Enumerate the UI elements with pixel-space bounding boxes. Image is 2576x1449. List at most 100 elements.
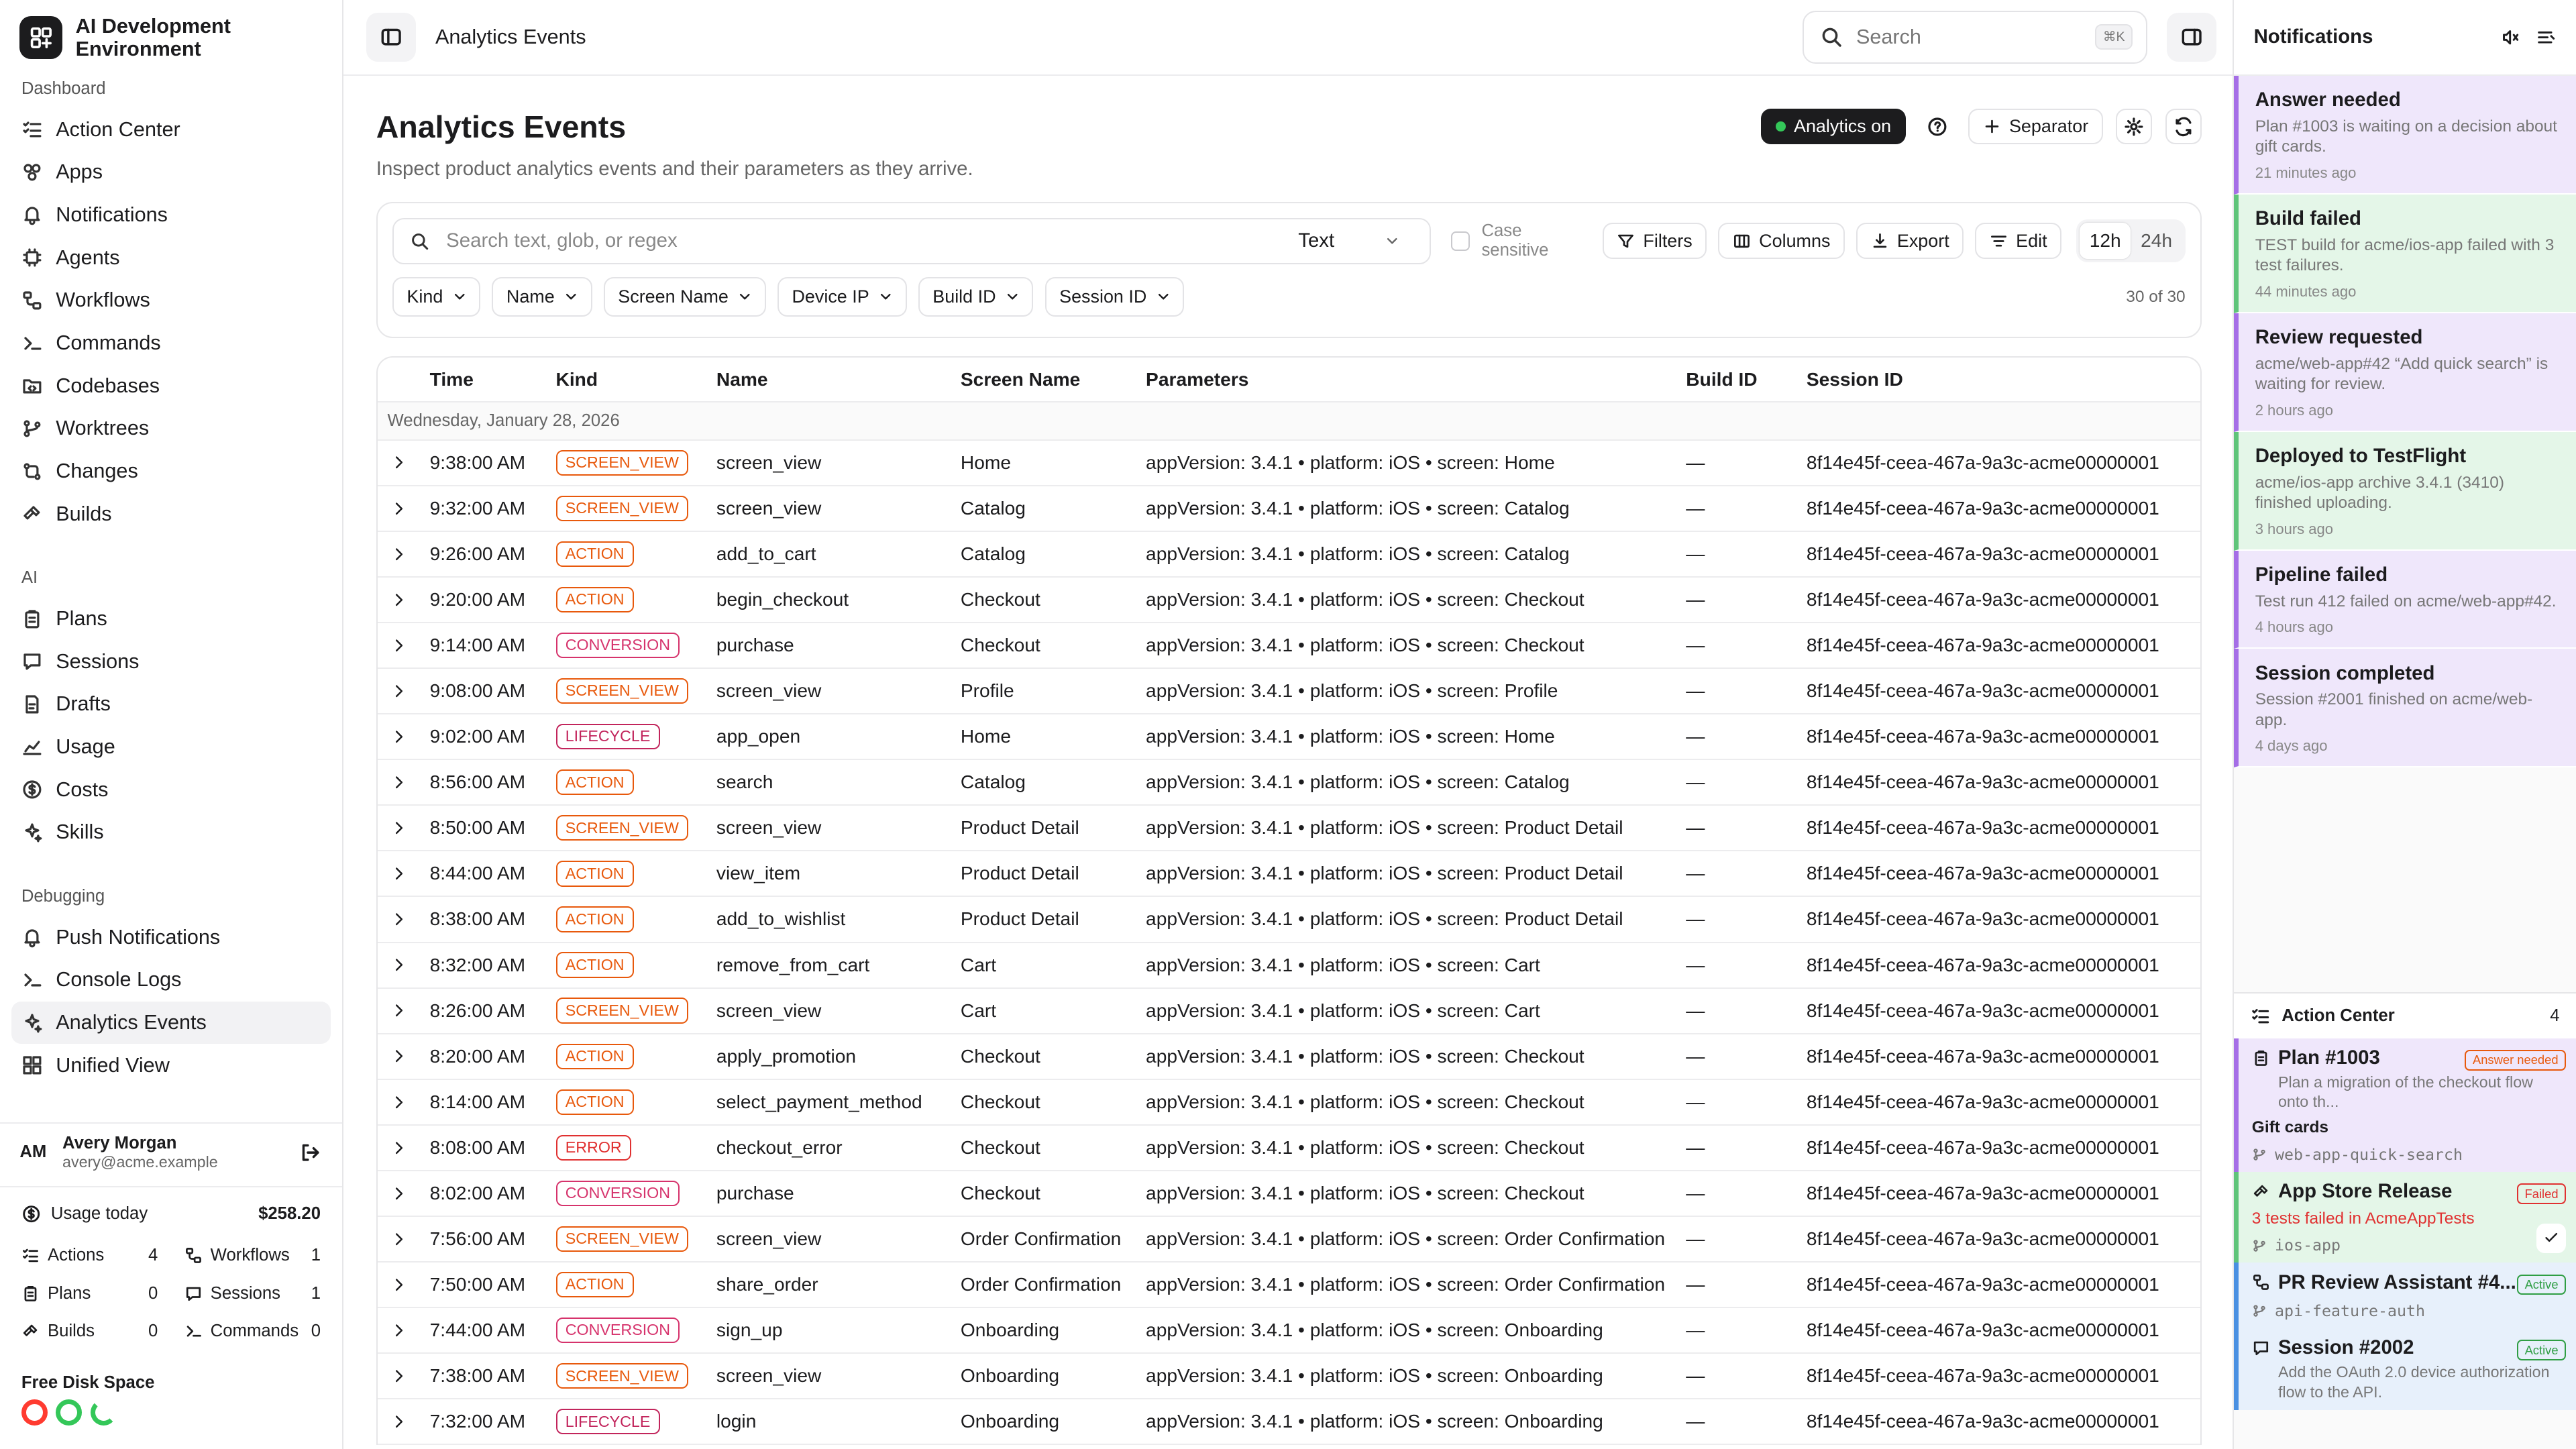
table-row[interactable]: 8:38:00 AM ACTION add_to_wishlist Product D… bbox=[377, 896, 2200, 943]
range-12h[interactable]: 12h bbox=[2080, 223, 2131, 260]
expand-row-button[interactable] bbox=[377, 987, 430, 1034]
logout-icon[interactable] bbox=[299, 1141, 322, 1164]
table-row[interactable]: 7:44:00 AM CONVERSION sign_up Onboarding app… bbox=[377, 1307, 2200, 1354]
sidebar-item-worktrees[interactable]: Worktrees bbox=[0, 407, 332, 450]
toggle-sidebar-button[interactable] bbox=[366, 12, 416, 62]
expand-row-button[interactable] bbox=[377, 1216, 430, 1263]
table-row[interactable]: 8:26:00 AM SCREEN_VIEW screen_view Cart appV… bbox=[377, 987, 2200, 1034]
filter-dropdown-name[interactable]: Name bbox=[492, 277, 592, 317]
table-row[interactable]: 8:02:00 AM CONVERSION purchase Checkout appV… bbox=[377, 1170, 2200, 1217]
table-row[interactable]: 8:14:00 AM ACTION select_payment_method Che… bbox=[377, 1079, 2200, 1126]
table-row[interactable]: 7:32:00 AM LIFECYCLE login Onboarding appVer… bbox=[377, 1399, 2200, 1446]
sidebar-item-costs[interactable]: Costs bbox=[0, 768, 332, 811]
expand-row-button[interactable] bbox=[377, 1033, 430, 1080]
clear-all-icon[interactable] bbox=[2536, 28, 2556, 47]
table-row[interactable]: 7:50:00 AM ACTION share_order Order Confirm… bbox=[377, 1262, 2200, 1309]
expand-row-button[interactable] bbox=[377, 805, 430, 852]
action-item-pr-review-assistant-4[interactable]: PR Review Assistant #4... Active api-featu… bbox=[2234, 1263, 2576, 1329]
columns-button[interactable]: Columns bbox=[1718, 223, 1845, 260]
sidebar-item-codebases[interactable]: Codebases bbox=[0, 364, 332, 407]
expand-row-button[interactable] bbox=[377, 531, 430, 578]
sidebar-item-push-notifications[interactable]: Push Notifications bbox=[0, 916, 332, 959]
filter-dropdown-build-id[interactable]: Build ID bbox=[918, 277, 1034, 317]
sidebar-item-commands[interactable]: Commands bbox=[0, 322, 332, 365]
usage-stat-workflows[interactable]: Workflows 1 bbox=[184, 1242, 321, 1270]
event-search-input[interactable]: Search text, glob, or regex Text bbox=[392, 218, 1432, 264]
brand[interactable]: AI Development Environment bbox=[0, 0, 342, 76]
export-button[interactable]: Export bbox=[1856, 223, 1964, 260]
expand-row-button[interactable] bbox=[377, 439, 430, 486]
expand-row-button[interactable] bbox=[377, 622, 430, 669]
notification-item[interactable]: Session completed Session #2001 finished … bbox=[2234, 649, 2576, 768]
table-row[interactable]: 8:50:00 AM SCREEN_VIEW screen_view Product … bbox=[377, 805, 2200, 852]
table-row[interactable]: 9:02:00 AM LIFECYCLE app_open Home appVersio… bbox=[377, 714, 2200, 761]
table-row[interactable]: 9:38:00 AM SCREEN_VIEW screen_view Home appV… bbox=[377, 439, 2200, 486]
column-header-session-id[interactable]: Session ID bbox=[1806, 358, 2200, 403]
user-profile[interactable]: AM Avery Morgan avery@acme.example bbox=[0, 1122, 342, 1181]
usage-stat-builds[interactable]: Builds 0 bbox=[21, 1318, 158, 1346]
sidebar-item-unified-view[interactable]: Unified View bbox=[0, 1044, 332, 1087]
expand-row-button[interactable] bbox=[377, 942, 430, 989]
table-row[interactable]: 9:14:00 AM CONVERSION purchase Checkout appV… bbox=[377, 622, 2200, 669]
help-button[interactable] bbox=[1919, 109, 1955, 145]
sidebar-item-skills[interactable]: Skills bbox=[0, 811, 332, 854]
action-item-session-2002[interactable]: Session #2002 Active Add the OAuth 2.0 dev… bbox=[2234, 1328, 2576, 1411]
sidebar-item-workflows[interactable]: Workflows bbox=[0, 279, 332, 322]
notification-item[interactable]: Build failed TEST build for acme/ios-app … bbox=[2234, 194, 2576, 313]
sidebar-item-drafts[interactable]: Drafts bbox=[0, 683, 332, 726]
case-sensitive-checkbox[interactable]: Case sensitive bbox=[1450, 221, 1591, 260]
column-header-build-id[interactable]: Build ID bbox=[1686, 358, 1807, 403]
table-row[interactable]: 9:20:00 AM ACTION begin_checkout Checkout ap… bbox=[377, 576, 2200, 623]
expand-row-button[interactable] bbox=[377, 485, 430, 532]
table-row[interactable]: 8:32:00 AM ACTION remove_from_cart Cart appV… bbox=[377, 942, 2200, 989]
sidebar-item-apps[interactable]: Apps bbox=[0, 151, 332, 194]
table-row[interactable]: 8:44:00 AM ACTION view_item Product Detail a… bbox=[377, 851, 2200, 898]
expand-row-button[interactable] bbox=[377, 1307, 430, 1354]
column-header-parameters[interactable]: Parameters bbox=[1146, 358, 1686, 403]
table-row[interactable]: 7:56:00 AM SCREEN_VIEW screen_view Order Co… bbox=[377, 1216, 2200, 1263]
usage-stat-plans[interactable]: Plans 0 bbox=[21, 1279, 158, 1307]
expand-row-button[interactable] bbox=[377, 1170, 430, 1217]
expand-row-button[interactable] bbox=[377, 1262, 430, 1309]
sidebar-item-plans[interactable]: Plans bbox=[0, 598, 332, 641]
edit-button[interactable]: Edit bbox=[1975, 223, 2062, 260]
table-row[interactable]: 9:08:00 AM SCREEN_VIEW screen_view Profile a… bbox=[377, 668, 2200, 715]
acknowledge-button[interactable] bbox=[2536, 1223, 2567, 1253]
table-row[interactable]: 9:32:00 AM SCREEN_VIEW screen_view Catalog a… bbox=[377, 485, 2200, 532]
analytics-toggle-button[interactable]: Analytics on bbox=[1761, 108, 1907, 145]
sidebar-item-builds[interactable]: Builds bbox=[0, 492, 332, 535]
filter-dropdown-device-ip[interactable]: Device IP bbox=[777, 277, 907, 317]
toggle-panel-button[interactable] bbox=[2167, 12, 2216, 62]
filter-dropdown-screen-name[interactable]: Screen Name bbox=[603, 277, 766, 317]
filter-dropdown-session-id[interactable]: Session ID bbox=[1044, 277, 1185, 317]
refresh-button[interactable] bbox=[2165, 108, 2202, 145]
column-header-screen-name[interactable]: Screen Name bbox=[960, 358, 1146, 403]
expand-row-button[interactable] bbox=[377, 1124, 430, 1171]
table-row[interactable]: 9:26:00 AM ACTION add_to_cart Catalog appVer… bbox=[377, 531, 2200, 578]
settings-button[interactable] bbox=[2116, 108, 2153, 145]
notification-item[interactable]: Pipeline failed Test run 412 failed on ac… bbox=[2234, 550, 2576, 649]
expand-row-button[interactable] bbox=[377, 576, 430, 623]
usage-stat-actions[interactable]: Actions 4 bbox=[21, 1242, 158, 1270]
global-search-input[interactable]: Search ⌘K bbox=[1802, 11, 2147, 64]
sidebar-item-console-logs[interactable]: Console Logs bbox=[0, 959, 332, 1002]
table-row[interactable]: 8:56:00 AM ACTION search Catalog appVersion:… bbox=[377, 759, 2200, 806]
notification-item[interactable]: Deployed to TestFlight acme/ios-app archi… bbox=[2234, 431, 2576, 551]
filters-button[interactable]: Filters bbox=[1602, 223, 1707, 260]
sidebar-item-notifications[interactable]: Notifications bbox=[0, 194, 332, 237]
action-item-app-store-release[interactable]: App Store Release Failed 3 tests failed in… bbox=[2234, 1171, 2576, 1263]
table-row[interactable]: 7:38:00 AM SCREEN_VIEW screen_view Onboardi… bbox=[377, 1353, 2200, 1400]
expand-row-button[interactable] bbox=[377, 759, 430, 806]
column-header-name[interactable]: Name bbox=[716, 358, 961, 403]
expand-row-button[interactable] bbox=[377, 896, 430, 943]
action-center-header[interactable]: Action Center 4 bbox=[2234, 992, 2576, 1038]
expand-row-button[interactable] bbox=[377, 714, 430, 761]
notification-item[interactable]: Review requested acme/web-app#42 “Add qui… bbox=[2234, 313, 2576, 432]
sidebar-item-analytics-events[interactable]: Analytics Events bbox=[11, 1001, 331, 1044]
filter-dropdown-kind[interactable]: Kind bbox=[392, 277, 481, 317]
table-row[interactable]: 8:20:00 AM ACTION apply_promotion Checkout a… bbox=[377, 1033, 2200, 1080]
notification-item[interactable]: Answer needed Plan #1003 is waiting on a … bbox=[2234, 75, 2576, 195]
usage-stat-commands[interactable]: Commands 0 bbox=[184, 1318, 321, 1346]
range-24h[interactable]: 24h bbox=[2131, 223, 2182, 259]
table-row[interactable]: 8:08:00 AM ERROR checkout_error Checkout app… bbox=[377, 1124, 2200, 1171]
